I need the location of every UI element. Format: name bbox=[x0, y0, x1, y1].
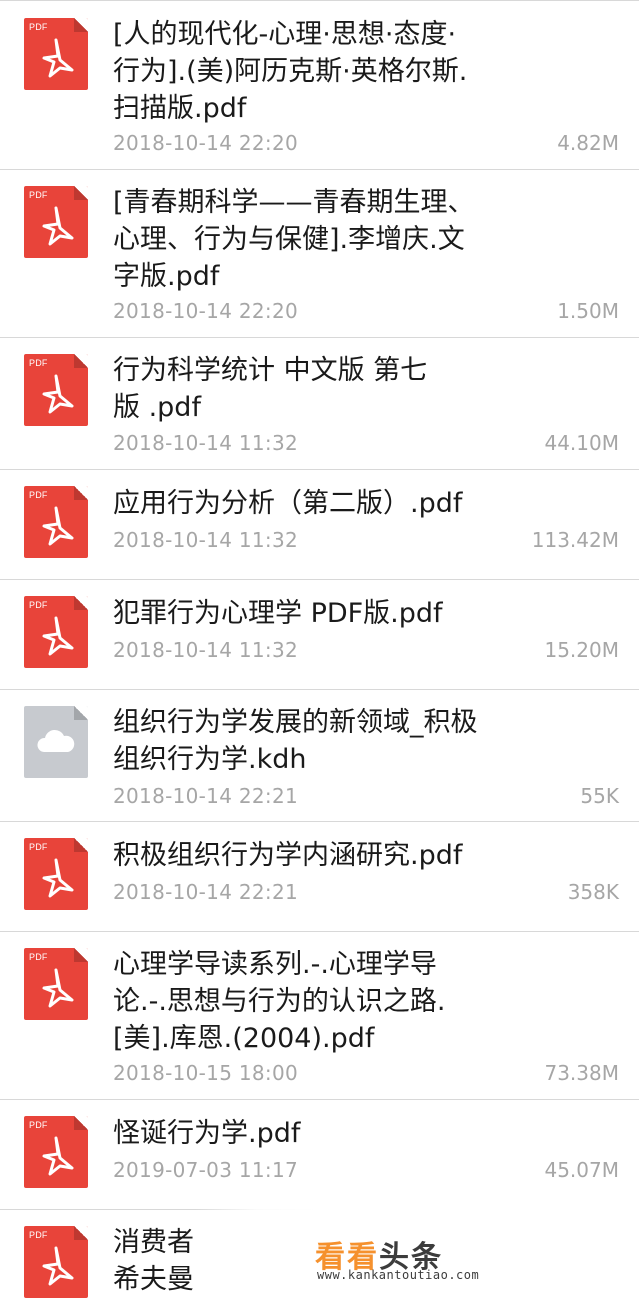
file-name: 怪诞行为学.pdf bbox=[113, 1118, 301, 1149]
watermark-url: www.kankantoutiao.com bbox=[317, 1268, 480, 1282]
file-size: 1.50M bbox=[557, 299, 619, 323]
file-row[interactable]: PDF 犯罪行为心理学 PDF版.pdf 2018-10-14 11:32 15… bbox=[0, 580, 639, 690]
file-size: 44.10M bbox=[544, 431, 619, 455]
file-date: 2018-10-15 18:00 bbox=[113, 1061, 299, 1085]
pdf-icon: PDF bbox=[24, 18, 88, 90]
file-row[interactable]: PDF 心理学导读系列.-.心理学导 论.-.思想与行为的认识之路. [美].库… bbox=[0, 932, 639, 1100]
file-name: [人的现代化-心理·思想·态度· 行为].(美)阿历克斯·英格尔斯. 扫描版.p… bbox=[113, 19, 468, 124]
pdf-icon: PDF bbox=[24, 1116, 88, 1188]
file-row[interactable]: 组织行为学发展的新领域_积极 组织行为学.kdh 2018-10-14 22:2… bbox=[0, 690, 639, 822]
file-date: 2019-07-03 11:17 bbox=[113, 1158, 299, 1182]
file-name: 组织行为学发展的新领域_积极 组织行为学.kdh bbox=[113, 707, 478, 775]
file-name: 犯罪行为心理学 PDF版.pdf bbox=[113, 598, 443, 629]
file-size: 73.38M bbox=[544, 1061, 619, 1085]
pdf-icon: PDF bbox=[24, 1226, 88, 1298]
file-size: 55K bbox=[580, 784, 619, 808]
file-date: 2018-10-14 11:32 bbox=[113, 638, 299, 662]
file-size: 358K bbox=[567, 880, 619, 904]
file-size: 4.82M bbox=[557, 131, 619, 155]
file-row[interactable]: PDF 积极组织行为学内涵研究.pdf 2018-10-14 22:21 358… bbox=[0, 822, 639, 932]
file-date: 2018-10-14 11:32 bbox=[113, 431, 299, 455]
file-name: 积极组织行为学内涵研究.pdf bbox=[113, 840, 463, 871]
pdf-icon: PDF bbox=[24, 948, 88, 1020]
file-name: 心理学导读系列.-.心理学导 论.-.思想与行为的认识之路. [美].库恩.(2… bbox=[113, 949, 446, 1054]
pdf-icon: PDF bbox=[24, 596, 88, 668]
file-date: 2018-10-14 22:20 bbox=[113, 131, 299, 155]
file-row[interactable]: PDF [人的现代化-心理·思想·态度· 行为].(美)阿历克斯·英格尔斯. 扫… bbox=[0, 0, 639, 170]
file-row[interactable]: PDF 应用行为分析（第二版）.pdf 2018-10-14 11:32 113… bbox=[0, 470, 639, 580]
pdf-icon: PDF bbox=[24, 486, 88, 558]
file-name: [青春期科学——青春期生理、 心理、行为与保健].李增庆.文 字版.pdf bbox=[113, 187, 475, 292]
watermark-overlay: 看看头条 www.kankantoutiao.com bbox=[195, 1208, 639, 1309]
pdf-icon: PDF bbox=[24, 838, 88, 910]
file-date: 2018-10-14 22:21 bbox=[113, 880, 299, 904]
file-row[interactable]: PDF 行为科学统计 中文版 第七 版 .pdf 2018-10-14 11:3… bbox=[0, 338, 639, 470]
file-size: 113.42M bbox=[531, 528, 619, 552]
file-size: 15.20M bbox=[544, 638, 619, 662]
file-name: 行为科学统计 中文版 第七 版 .pdf bbox=[113, 355, 428, 423]
file-date: 2018-10-14 11:32 bbox=[113, 528, 299, 552]
pdf-icon: PDF bbox=[24, 186, 88, 258]
file-name: 应用行为分析（第二版）.pdf bbox=[113, 488, 463, 519]
pdf-icon: PDF bbox=[24, 354, 88, 426]
file-date: 2018-10-14 22:21 bbox=[113, 784, 299, 808]
file-date: 2018-10-14 22:20 bbox=[113, 299, 299, 323]
file-row[interactable]: PDF 怪诞行为学.pdf 2019-07-03 11:17 45.07M bbox=[0, 1100, 639, 1210]
file-size: 45.07M bbox=[544, 1158, 619, 1182]
cloud-icon bbox=[24, 706, 88, 778]
file-row[interactable]: PDF [青春期科学——青春期生理、 心理、行为与保健].李增庆.文 字版.pd… bbox=[0, 170, 639, 338]
